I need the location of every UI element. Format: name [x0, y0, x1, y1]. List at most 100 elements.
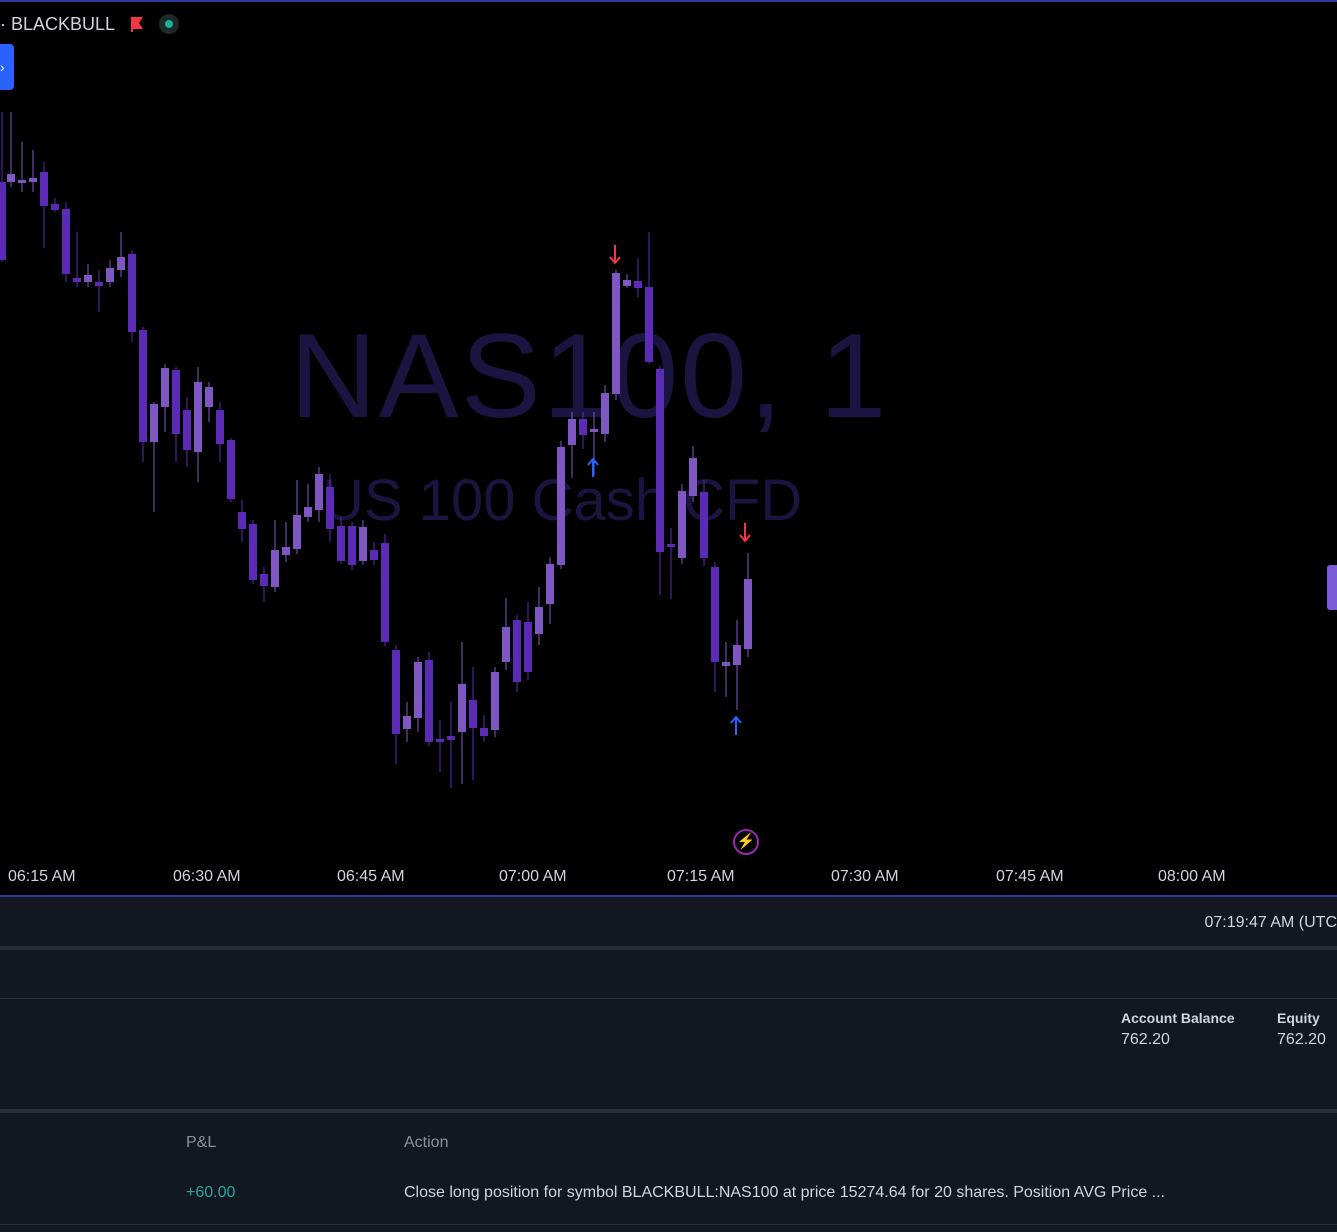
candlestick [95, 270, 103, 312]
candlestick [568, 412, 576, 478]
time-axis-label: 06:30 AM [173, 868, 241, 885]
candlestick [293, 480, 301, 554]
time-axis-label: 07:00 AM [499, 868, 567, 885]
candlestick [7, 112, 15, 187]
candlestick [150, 402, 158, 512]
candlestick [348, 522, 356, 570]
clock: 07:19:47 AM (UTC [1204, 914, 1337, 931]
time-axis-label: 06:45 AM [337, 868, 405, 885]
candlestick [403, 702, 411, 742]
candlestick [744, 553, 752, 657]
candlestick [282, 522, 290, 562]
candlestick-plot[interactable] [0, 2, 1337, 897]
candlestick [315, 467, 323, 522]
candlestick [337, 517, 345, 564]
candlestick [667, 528, 675, 599]
candlestick [161, 364, 169, 432]
candlestick [579, 412, 587, 449]
candlestick [106, 260, 114, 287]
candlestick [381, 534, 389, 646]
candlestick [260, 567, 268, 602]
candlestick [51, 198, 59, 212]
candlestick [678, 484, 686, 564]
candlestick [326, 474, 334, 542]
column-header-pnl[interactable]: P&L [186, 1134, 216, 1152]
equity-label: Equity [1277, 1010, 1320, 1026]
time-axis-label: 07:30 AM [831, 868, 899, 885]
candlestick [601, 385, 609, 442]
column-header-action[interactable]: Action [404, 1134, 448, 1152]
candlestick [557, 441, 565, 569]
candlestick [172, 367, 180, 462]
price-scale-marker [1327, 565, 1337, 610]
candlestick [546, 557, 554, 624]
buy-arrow-icon [730, 715, 742, 735]
candlestick [370, 542, 378, 565]
market-open-dot-icon [159, 14, 180, 34]
candlestick [634, 258, 642, 297]
candlestick [205, 382, 213, 422]
account-balance-label: Account Balance [1121, 1010, 1235, 1026]
candlestick [73, 232, 81, 287]
divider [0, 1109, 1337, 1113]
candlestick [612, 270, 620, 400]
candlestick [700, 480, 708, 566]
candlestick [139, 327, 147, 462]
candlestick [458, 642, 466, 784]
candlestick [117, 232, 125, 277]
buy-arrow-icon [587, 457, 599, 477]
candlestick [711, 562, 719, 692]
symbol-header: · BLACKBULL [0, 10, 180, 38]
candlestick [40, 162, 48, 248]
equity-value: 762.20 [1277, 1031, 1326, 1048]
candlestick [271, 520, 279, 592]
candlestick [623, 274, 631, 288]
candlestick [414, 657, 422, 732]
candlestick [447, 702, 455, 788]
candlestick [689, 446, 697, 502]
lightning-icon[interactable]: ⚡ [733, 829, 759, 855]
candlestick [84, 264, 92, 287]
time-axis-label: 07:15 AM [667, 868, 735, 885]
candlestick [62, 202, 70, 282]
time-axis-label: 08:00 AM [1158, 868, 1226, 885]
candlestick [645, 232, 653, 364]
candlestick [304, 484, 312, 522]
account-balance-value: 762.20 [1121, 1031, 1170, 1048]
symbol-label[interactable]: · BLACKBULL [0, 14, 115, 35]
candlestick [227, 438, 235, 502]
trade-pnl: +60.00 [186, 1184, 236, 1201]
candlestick [392, 645, 400, 764]
candlestick [183, 397, 191, 467]
divider [0, 998, 1337, 999]
candlestick [18, 142, 26, 192]
candlestick [238, 500, 246, 542]
trade-action: Close long position for symbol BLACKBULL… [404, 1184, 1165, 1201]
divider [0, 946, 1337, 950]
candlestick [128, 250, 136, 342]
candlestick [425, 652, 433, 746]
candlestick [0, 112, 6, 262]
sell-arrow-icon [609, 245, 621, 265]
side-panel-tab[interactable]: › [0, 44, 14, 90]
candlestick [469, 667, 477, 780]
candlestick [480, 715, 488, 742]
candlestick [733, 620, 741, 710]
candlestick [194, 367, 202, 482]
time-axis-label: 06:15 AM [8, 868, 76, 885]
divider [0, 1224, 1337, 1225]
candlestick [216, 402, 224, 462]
candlestick [491, 667, 499, 737]
sell-arrow-icon [739, 523, 751, 543]
candlestick [359, 520, 367, 565]
candlestick [436, 720, 444, 772]
candlestick [524, 602, 532, 680]
candlestick [502, 598, 510, 670]
chart-area[interactable]: NAS100, 1 US 100 Cash CFD · BLACKBULL › … [0, 0, 1337, 895]
flag-icon[interactable] [129, 16, 145, 32]
candlestick [29, 150, 37, 192]
candlestick [513, 615, 521, 692]
candlestick [535, 587, 543, 645]
time-axis-label: 07:45 AM [996, 868, 1064, 885]
candlestick [249, 520, 257, 584]
